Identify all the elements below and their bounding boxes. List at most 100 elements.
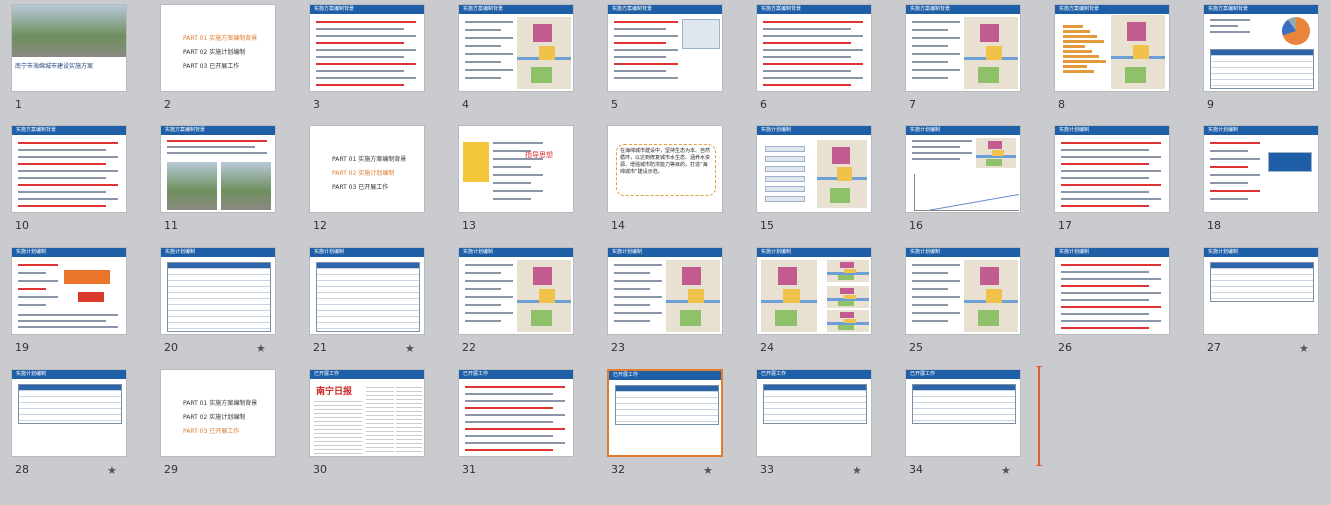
label-box xyxy=(765,176,805,182)
slide-thumbnail-25[interactable]: 实施计划编制 25 xyxy=(905,247,1023,359)
slide-preview[interactable]: PART 01 实施方案编制背景 PART 02 实施计划编制 PART 03 已开… xyxy=(309,125,425,213)
slide-thumbnail-3[interactable]: 实施方案编制背景 3 xyxy=(309,4,427,116)
slide-preview[interactable]: 实施计划编制 xyxy=(11,247,127,335)
slide-preview[interactable]: 实施计划编制 xyxy=(756,125,872,213)
slide-thumbnail-6[interactable]: 实施方案编制背景 6 xyxy=(756,4,874,116)
slide-number: 11 xyxy=(164,219,178,232)
slide-preview[interactable]: 实施方案编制背景 xyxy=(309,4,425,92)
slide-preview[interactable]: 实施计划编制 xyxy=(756,247,872,335)
slide-preview[interactable]: 已开展工作 xyxy=(756,369,872,457)
slide-thumbnail-4[interactable]: 实施方案编制背景 4 xyxy=(458,4,576,116)
guide-box xyxy=(463,142,489,182)
slide-thumbnail-32[interactable]: 已开展工作 32 ★ xyxy=(607,369,725,481)
slide-thumbnail-29[interactable]: PART 01 实施方案编制背景 PART 02 实施计划编制 PART 03 已开… xyxy=(160,369,278,481)
slide-thumbnail-14[interactable]: 在海绵城市建设中，坚持生态为本、自然循环，以达到修复城市水生态、涵养水资源、增强… xyxy=(607,125,725,237)
slide-preview[interactable]: 实施方案编制背景 xyxy=(1054,4,1170,92)
slide-thumbnail-23[interactable]: 实施计划编制 23 xyxy=(607,247,725,359)
slide-thumbnail-27[interactable]: 实施计划编制 27 ★ xyxy=(1203,247,1321,359)
slide-preview[interactable]: 南宁市海绵城市建设实施方案 xyxy=(11,4,127,92)
toc-part-title: 实施计划编制 xyxy=(358,170,395,177)
slide-thumbnail-7[interactable]: 实施方案编制背景 7 xyxy=(905,4,1023,116)
slide-preview[interactable]: 实施计划编制 xyxy=(607,247,723,335)
map-zone xyxy=(829,187,850,203)
text-line xyxy=(465,442,565,444)
text-line xyxy=(614,21,678,23)
slide-preview[interactable]: 指导思想 xyxy=(458,125,574,213)
slide-preview[interactable]: 实施方案编制背景 xyxy=(11,125,127,213)
slide-thumbnail-11[interactable]: 实施方案编制背景 11 xyxy=(160,125,278,237)
slide-preview[interactable]: 在海绵城市建设中，坚持生态为本、自然循环，以达到修复城市水生态、涵养水资源、增强… xyxy=(607,125,723,213)
slide-preview[interactable]: 实施计划编制 xyxy=(1054,125,1170,213)
map-figure xyxy=(817,140,867,208)
slide-thumbnail-15[interactable]: 实施计划编制 15 xyxy=(756,125,874,237)
slide-preview[interactable]: 实施计划编制 xyxy=(160,247,276,335)
slide-preview[interactable]: 实施计划编制 xyxy=(905,247,1021,335)
text-line xyxy=(18,314,118,316)
toc-item: PART 01 实施方案编制背景 xyxy=(332,154,406,163)
slide-thumbnail-20[interactable]: 实施计划编制 20 ★ xyxy=(160,247,278,359)
slide-preview[interactable]: 实施计划编制 xyxy=(11,369,127,457)
slide-preview[interactable]: 实施计划编制 xyxy=(1054,247,1170,335)
slide-thumbnail-10[interactable]: 实施方案编制背景 10 xyxy=(11,125,129,237)
text-line xyxy=(18,198,118,200)
slide-preview[interactable]: 实施计划编制 xyxy=(905,125,1021,213)
slide-preview[interactable]: 实施方案编制背景 xyxy=(1203,4,1319,92)
slide-preview[interactable]: 已开展工作 xyxy=(905,369,1021,457)
text-line xyxy=(763,56,851,58)
slide-preview[interactable]: 已开展工作 南宁日报 xyxy=(309,369,425,457)
slide-preview[interactable]: 已开展工作 xyxy=(607,369,723,457)
slide-header: 实施方案编制背景 xyxy=(906,5,1020,14)
toc-part-number: PART 01 xyxy=(183,35,208,42)
slide-preview[interactable]: 实施方案编制背景 xyxy=(160,125,276,213)
slide-preview[interactable]: 实施计划编制 xyxy=(309,247,425,335)
slide-preview[interactable]: 实施方案编制背景 xyxy=(756,4,872,92)
slide-thumbnail-13[interactable]: 指导思想 13 xyxy=(458,125,576,237)
text-line xyxy=(1061,327,1149,329)
slide-preview[interactable]: 实施方案编制背景 xyxy=(905,4,1021,92)
slide-number: 34 xyxy=(909,463,923,476)
slide-number: 33 xyxy=(760,463,774,476)
text-line xyxy=(614,288,650,290)
slide-thumbnail-22[interactable]: 实施计划编制 22 xyxy=(458,247,576,359)
toc-item: PART 02 实施计划编制 xyxy=(332,168,394,177)
animation-star-icon: ★ xyxy=(1001,464,1011,477)
map-zone xyxy=(980,24,1000,43)
toc-item: PART 03 已开展工作 xyxy=(183,61,239,70)
slide-thumbnail-34[interactable]: 已开展工作 34 ★ xyxy=(905,369,1023,481)
slide-thumbnail-8[interactable]: 实施方案编制背景 8 xyxy=(1054,4,1172,116)
text-line xyxy=(493,198,531,200)
slide-thumbnail-24[interactable]: 实施计划编制 24 xyxy=(756,247,874,359)
slide-thumbnail-31[interactable]: 已开展工作 31 xyxy=(458,369,576,481)
slide-preview[interactable]: PART 01 实施方案编制背景 PART 02 实施计划编制 PART 03 已开… xyxy=(160,369,276,457)
slide-thumbnail-16[interactable]: 实施计划编制 16 xyxy=(905,125,1023,237)
slide-thumbnail-5[interactable]: 实施方案编制背景 5 xyxy=(607,4,725,116)
slide-preview[interactable]: 实施计划编制 xyxy=(1203,125,1319,213)
map-zone xyxy=(986,159,1002,166)
slide-thumbnail-2[interactable]: PART 01 实施方案编制背景 PART 02 实施计划编制 PART 03 已开… xyxy=(160,4,278,116)
slide-preview[interactable]: 已开展工作 xyxy=(458,369,574,457)
slide-thumbnail-30[interactable]: 已开展工作 南宁日报 30 xyxy=(309,369,427,481)
slide-preview[interactable]: PART 01 实施方案编制背景 PART 02 实施计划编制 PART 03 已开… xyxy=(160,4,276,92)
toc-part-number: PART 01 xyxy=(332,156,357,163)
slide-thumbnail-26[interactable]: 实施计划编制 26 xyxy=(1054,247,1172,359)
slide-number: 25 xyxy=(909,341,923,354)
text-line xyxy=(614,70,666,72)
slide-thumbnail-12[interactable]: PART 01 实施方案编制背景 PART 02 实施计划编制 PART 03 已开… xyxy=(309,125,427,237)
slide-thumbnail-21[interactable]: 实施计划编制 21 ★ xyxy=(309,247,427,359)
text-line xyxy=(1061,306,1161,308)
map-figure xyxy=(976,138,1016,168)
slide-preview[interactable]: 实施方案编制背景 xyxy=(607,4,723,92)
slide-preview[interactable]: 实施方案编制背景 xyxy=(458,4,574,92)
slide-preview[interactable]: 实施计划编制 xyxy=(458,247,574,335)
slide-thumbnail-1[interactable]: 南宁市海绵城市建设实施方案 1 xyxy=(11,4,129,116)
toc-part-title: 实施方案编制背景 xyxy=(209,400,258,407)
slide-thumbnail-28[interactable]: 实施计划编制 28 ★ xyxy=(11,369,129,481)
slide-preview[interactable]: 实施计划编制 xyxy=(1203,247,1319,335)
toc-item: PART 02 实施计划编制 xyxy=(183,47,245,56)
slide-thumbnail-19[interactable]: 实施计划编制 19 xyxy=(11,247,129,359)
slide-thumbnail-33[interactable]: 已开展工作 33 ★ xyxy=(756,369,874,481)
slide-thumbnail-9[interactable]: 实施方案编制背景 9 xyxy=(1203,4,1321,116)
slide-thumbnail-17[interactable]: 实施计划编制 17 xyxy=(1054,125,1172,237)
text-line xyxy=(1061,320,1161,322)
slide-thumbnail-18[interactable]: 实施计划编制 18 xyxy=(1203,125,1321,237)
